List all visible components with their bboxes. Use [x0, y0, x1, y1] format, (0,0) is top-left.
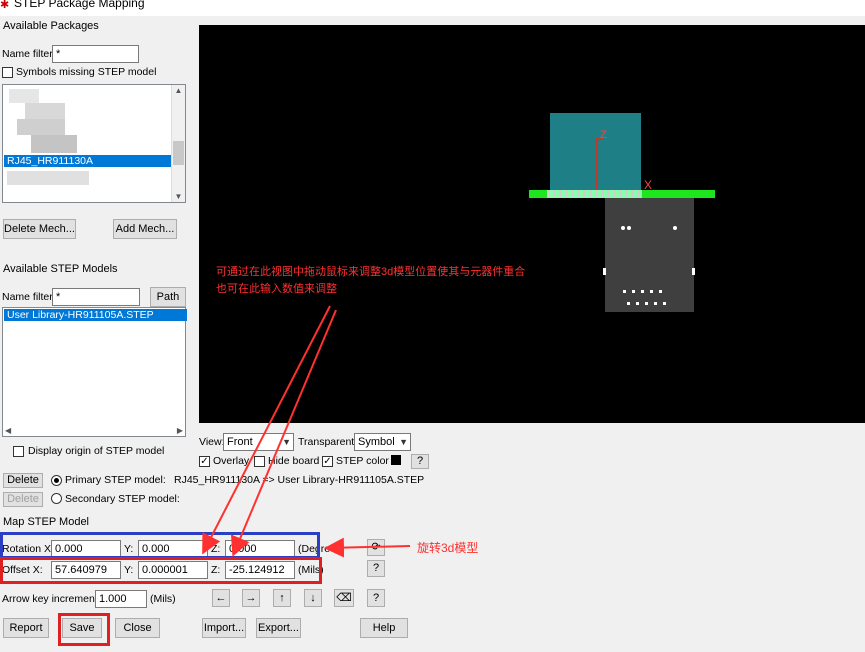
annotation-arrow-rotate: [324, 537, 411, 558]
annotation-rotate-note: 旋转3d模型: [417, 541, 479, 555]
annotation-arrow-rotation: [230, 309, 337, 557]
annotation-arrow-offset: [202, 305, 331, 555]
